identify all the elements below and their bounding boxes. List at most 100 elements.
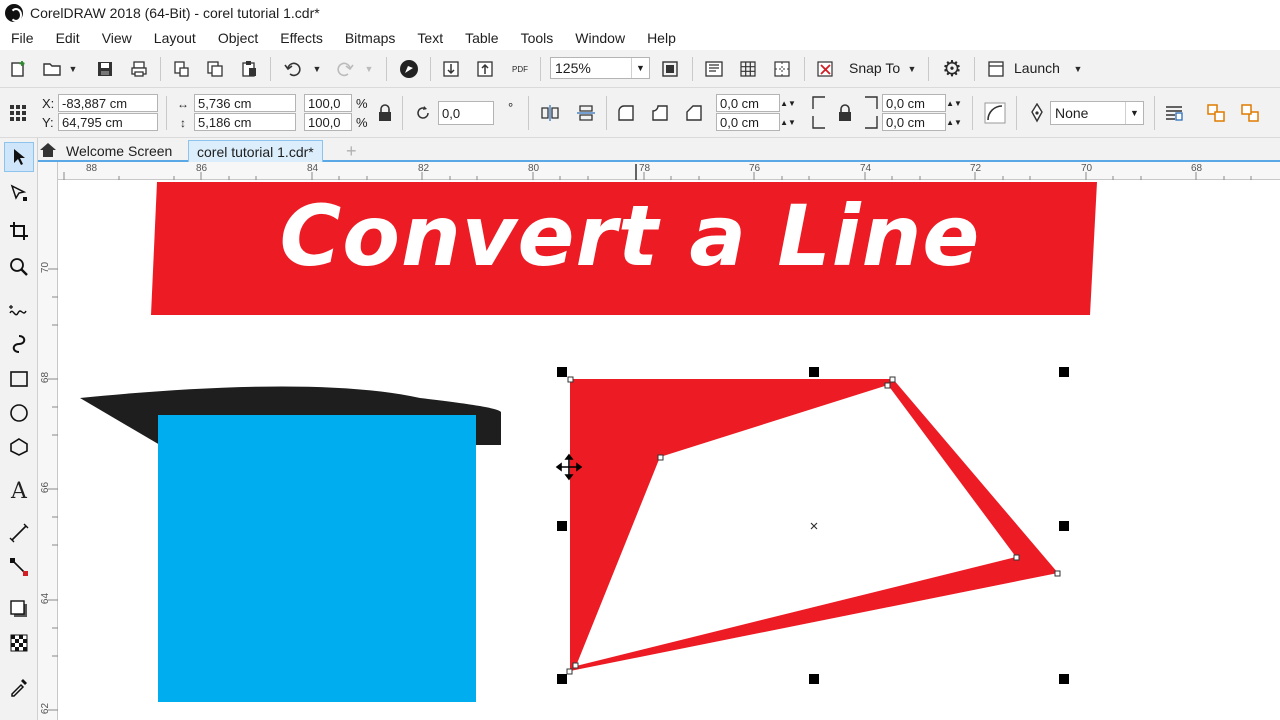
options-gear-icon[interactable]: ⚙ bbox=[940, 56, 964, 81]
to-back-of-layer-icon[interactable] bbox=[1238, 102, 1262, 124]
node-handle[interactable] bbox=[884, 382, 891, 389]
redo-dropdown-icon[interactable]: ▼ bbox=[362, 58, 376, 80]
shape-tool-icon[interactable] bbox=[4, 178, 34, 208]
corner-radius-top-left[interactable]: 0,0 cm bbox=[716, 94, 780, 112]
snap-to-label[interactable]: Snap To bbox=[849, 60, 900, 76]
show-grid-icon[interactable] bbox=[736, 58, 760, 80]
undo-icon[interactable] bbox=[282, 58, 304, 80]
zoom-level-combo[interactable]: 125% ▼ bbox=[550, 57, 650, 79]
scale-y-field[interactable]: 100,0 bbox=[304, 113, 352, 131]
mirror-horizontal-icon[interactable] bbox=[538, 102, 562, 124]
selection-handle-bottom-center[interactable] bbox=[809, 674, 819, 684]
show-guidelines-icon[interactable] bbox=[770, 58, 794, 80]
chamfered-corner-icon[interactable] bbox=[682, 102, 706, 124]
full-screen-preview-icon[interactable] bbox=[658, 58, 682, 80]
menu-view[interactable]: View bbox=[91, 30, 143, 46]
object-origin-icon[interactable] bbox=[6, 100, 30, 126]
paste-icon[interactable] bbox=[238, 58, 260, 80]
round-corner-icon[interactable] bbox=[614, 102, 638, 124]
launch-dropdown-icon[interactable]: ▼ bbox=[1070, 58, 1086, 80]
corner-radius-top-right[interactable]: 0,0 cm bbox=[882, 94, 946, 112]
crop-tool-icon[interactable] bbox=[4, 216, 34, 246]
menu-tools[interactable]: Tools bbox=[510, 30, 565, 46]
node-handle[interactable] bbox=[566, 668, 573, 675]
horizontal-ruler[interactable]: 88 86 84 82 80 78 76 74 72 70 68 bbox=[58, 162, 1280, 180]
selection-handle-bottom-left[interactable] bbox=[557, 674, 567, 684]
outline-pen-icon[interactable] bbox=[1026, 102, 1048, 124]
height-field[interactable]: 5,186 cm bbox=[194, 113, 296, 131]
menu-text[interactable]: Text bbox=[406, 30, 454, 46]
undo-dropdown-icon[interactable]: ▼ bbox=[310, 58, 324, 80]
zoom-tool-icon[interactable] bbox=[4, 252, 34, 282]
menu-file[interactable]: File bbox=[0, 30, 45, 46]
selection-handle-bottom-right[interactable] bbox=[1059, 674, 1069, 684]
tab-welcome-screen[interactable]: Welcome Screen bbox=[58, 140, 180, 162]
search-content-icon[interactable] bbox=[398, 58, 420, 80]
menu-object[interactable]: Object bbox=[207, 30, 269, 46]
menu-edit[interactable]: Edit bbox=[45, 30, 91, 46]
publish-pdf-icon[interactable]: PDF bbox=[508, 56, 532, 82]
node-handle[interactable] bbox=[889, 376, 896, 383]
lock-ratio-icon[interactable] bbox=[374, 102, 396, 124]
home-icon[interactable] bbox=[38, 140, 58, 160]
new-tab-button[interactable]: + bbox=[338, 140, 365, 162]
selection-handle-middle-left[interactable] bbox=[557, 521, 567, 531]
transparency-icon[interactable] bbox=[4, 628, 34, 658]
menu-table[interactable]: Table bbox=[454, 30, 509, 46]
text-wrap-icon[interactable] bbox=[1162, 102, 1186, 124]
application-launcher-icon[interactable] bbox=[984, 58, 1008, 80]
node-handle[interactable] bbox=[572, 662, 579, 669]
menu-help[interactable]: Help bbox=[636, 30, 687, 46]
blue-rectangle[interactable] bbox=[158, 415, 476, 702]
width-field[interactable]: 5,736 cm bbox=[194, 94, 296, 112]
selection-handle-top-right[interactable] bbox=[1059, 367, 1069, 377]
menu-bitmaps[interactable]: Bitmaps bbox=[334, 30, 407, 46]
save-icon[interactable] bbox=[94, 58, 116, 80]
freehand-tool-icon[interactable] bbox=[4, 296, 34, 326]
to-front-of-layer-icon[interactable] bbox=[1204, 102, 1228, 124]
polygon-tool-icon[interactable] bbox=[4, 432, 34, 462]
converted-line-shape[interactable] bbox=[570, 379, 1058, 671]
node-handle[interactable] bbox=[567, 376, 574, 383]
cut-icon[interactable] bbox=[170, 58, 192, 80]
corner-bottom-left-spinner-icon[interactable]: ▲▼ bbox=[780, 113, 796, 131]
selection-handle-top-center[interactable] bbox=[809, 367, 819, 377]
tab-document[interactable]: corel tutorial 1.cdr* bbox=[188, 140, 323, 162]
snap-off-icon[interactable] bbox=[814, 58, 838, 80]
scale-x-field[interactable]: 100,0 bbox=[304, 94, 352, 112]
snap-to-dropdown-icon[interactable]: ▼ bbox=[904, 58, 920, 80]
open-folder-icon[interactable] bbox=[40, 58, 64, 80]
new-document-icon[interactable] bbox=[8, 58, 30, 80]
lock-corners-icon[interactable] bbox=[834, 102, 856, 124]
relative-corner-scaling-icon[interactable] bbox=[982, 100, 1008, 126]
node-handle[interactable] bbox=[1054, 570, 1061, 577]
corner-radius-bottom-left[interactable]: 0,0 cm bbox=[716, 113, 780, 131]
menu-effects[interactable]: Effects bbox=[269, 30, 334, 46]
print-icon[interactable] bbox=[128, 58, 150, 80]
y-position-field[interactable]: 64,795 cm bbox=[58, 113, 158, 131]
redo-icon[interactable] bbox=[334, 58, 356, 80]
outline-width-dropdown-icon[interactable]: ▼ bbox=[1125, 102, 1143, 124]
eyedropper-icon[interactable] bbox=[4, 672, 34, 702]
menu-layout[interactable]: Layout bbox=[143, 30, 207, 46]
selection-handle-middle-right[interactable] bbox=[1059, 521, 1069, 531]
ellipse-tool-icon[interactable] bbox=[4, 398, 34, 428]
corner-top-left-spinner-icon[interactable]: ▲▼ bbox=[780, 94, 796, 112]
launch-label[interactable]: Launch bbox=[1014, 60, 1060, 76]
mirror-vertical-icon[interactable] bbox=[574, 102, 598, 124]
selection-handle-top-left[interactable] bbox=[557, 367, 567, 377]
connector-tool-icon[interactable] bbox=[4, 552, 34, 582]
node-handle[interactable] bbox=[1013, 554, 1020, 561]
corner-bottom-right-spinner-icon[interactable]: ▲▼ bbox=[946, 113, 962, 131]
artistic-media-icon[interactable] bbox=[4, 330, 34, 360]
export-icon[interactable] bbox=[474, 58, 496, 80]
menu-window[interactable]: Window bbox=[564, 30, 636, 46]
zoom-dropdown-icon[interactable]: ▼ bbox=[631, 58, 649, 78]
show-rulers-icon[interactable] bbox=[702, 58, 726, 80]
scalloped-corner-icon[interactable] bbox=[648, 102, 672, 124]
banner-title-text[interactable]: Convert a Line bbox=[200, 186, 1060, 286]
parallel-dimension-icon[interactable] bbox=[4, 518, 34, 548]
copy-icon[interactable] bbox=[204, 58, 226, 80]
drop-shadow-icon[interactable] bbox=[4, 594, 34, 624]
text-tool-icon[interactable]: A bbox=[4, 476, 34, 506]
